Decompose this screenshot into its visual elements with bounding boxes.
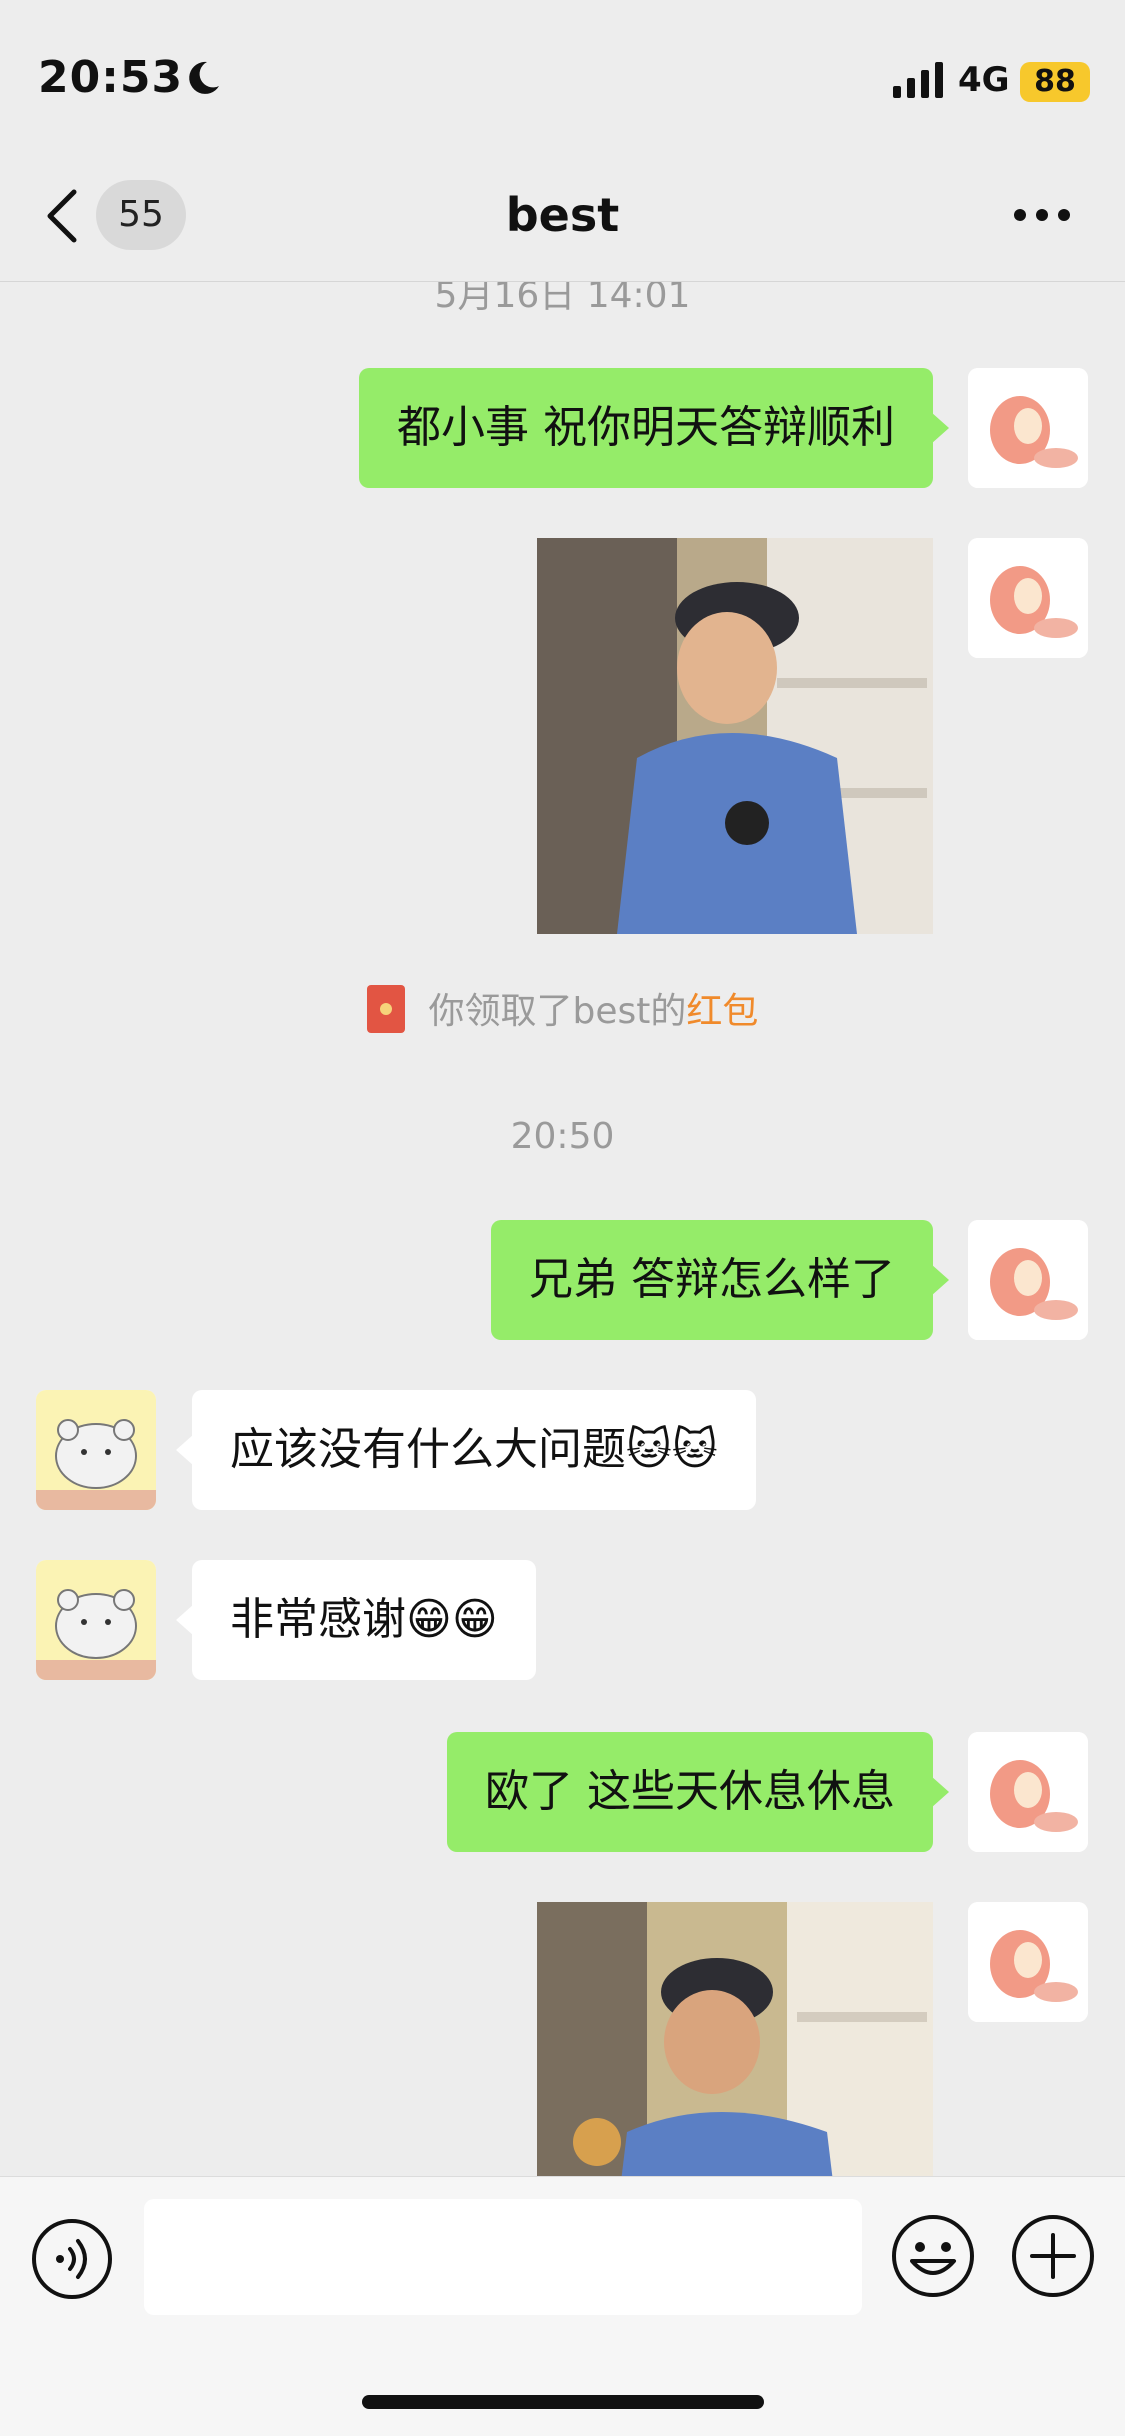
status-time: 20:53 [38, 52, 184, 103]
battery-level: 88 [1020, 62, 1090, 102]
red-packet-link[interactable]: 红包 [686, 991, 758, 1032]
hamster-avatar[interactable] [36, 1560, 156, 1680]
peach-avatar[interactable] [968, 1220, 1088, 1340]
message-bubble-incoming[interactable]: 应该没有什么大问题🐱🐱 [176, 1390, 756, 1510]
peach-avatar[interactable] [968, 538, 1088, 658]
message-bubble-incoming[interactable]: 非常感谢😁😁 [176, 1560, 536, 1680]
nav-bar: 55 best [0, 150, 1125, 282]
message-timestamp: 20:50 [510, 1116, 615, 1157]
message-input[interactable] [144, 2199, 862, 2315]
more-dots-icon[interactable] [1012, 205, 1072, 225]
message-text: 非常感谢😁😁 [230, 1594, 498, 1645]
voice-icon[interactable] [30, 2217, 114, 2301]
hamster-avatar[interactable] [36, 1390, 156, 1510]
message-bubble-outgoing[interactable]: 欧了 这些天休息休息 [447, 1732, 949, 1852]
moon-icon [189, 61, 219, 94]
input-bar [0, 2176, 1125, 2436]
message-timestamp: 5月16日 14:01 [434, 282, 691, 316]
plus-icon[interactable] [1010, 2213, 1096, 2299]
red-packet-icon [366, 985, 405, 1033]
image-message[interactable] [537, 1902, 933, 2176]
home-indicator [362, 2395, 764, 2409]
status-bar: 20:53 4G 88 [0, 0, 1125, 150]
network-type: 4G [958, 60, 1010, 100]
red-packet-text: 你领取了best的 [428, 991, 687, 1032]
signal-icon [893, 62, 943, 98]
chat-screen: 20:53 4G 88 55 best 5月16日 14:01 都小事 祝你明天… [0, 0, 1125, 2436]
emoji-icon[interactable] [890, 2213, 976, 2299]
peach-avatar[interactable] [968, 1732, 1088, 1852]
message-text: 应该没有什么大问题🐱🐱 [230, 1424, 718, 1475]
chat-title: best [505, 188, 620, 242]
message-bubble-outgoing[interactable]: 都小事 祝你明天答辩顺利 [359, 368, 949, 488]
image-message[interactable] [537, 538, 933, 934]
red-packet-notice: 你领取了best的红包 [0, 982, 1125, 1037]
message-list[interactable]: 5月16日 14:01 都小事 祝你明天答辩顺利 你领取了best的红包 20:… [0, 282, 1125, 2176]
peach-avatar[interactable] [968, 368, 1088, 488]
peach-avatar[interactable] [968, 1902, 1088, 2022]
message-bubble-outgoing[interactable]: 兄弟 答辩怎么样了 [491, 1220, 949, 1340]
